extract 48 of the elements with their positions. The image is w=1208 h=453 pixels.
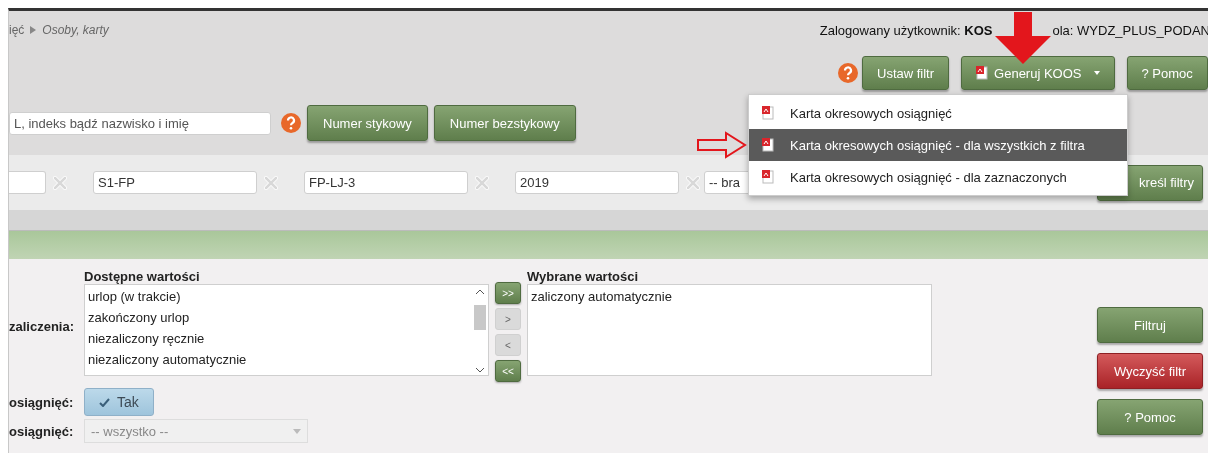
user-role-text: ola: WYDZ_PLUS_PODAN	[1052, 22, 1208, 38]
clear-x-icon	[51, 173, 69, 192]
pdf-file-icon	[762, 170, 774, 184]
field-label: osiągnięć:	[9, 394, 75, 410]
caret-icon	[293, 428, 301, 434]
breadcrumb-link[interactable]: ięć	[9, 23, 25, 37]
check-icon	[99, 397, 110, 407]
pdf-file-icon	[762, 106, 774, 120]
search-mode-button[interactable]: Numer bezstykowy	[433, 105, 576, 141]
user-info-text: Zalogowany użytkownik: KOS	[819, 22, 993, 38]
menu-item[interactable]: Karta okresowych osiągnięć	[749, 97, 1127, 129]
caret-icon	[1093, 71, 1100, 75]
list-option[interactable]: niezaliczony automatycznie	[88, 351, 469, 372]
field-label: osiągnięć:	[9, 423, 75, 439]
toggle-button[interactable]: Tak	[84, 388, 154, 416]
search-field[interactable]: L, indeks bądź nazwisko i imię	[9, 111, 271, 135]
filter-field[interactable]: S1-FP	[93, 171, 257, 194]
side-button[interactable]: Filtruj	[1097, 307, 1203, 343]
generate-dropdown-button[interactable]: Generuj KOOS	[961, 56, 1115, 90]
move-button[interactable]: >>	[495, 282, 521, 304]
list-option[interactable]: niezaliczony ręcznie	[88, 330, 469, 351]
list-option[interactable]: zaliczony automatycznie	[531, 288, 928, 309]
field-label: zaliczenia:	[9, 319, 76, 334]
move-button[interactable]: <<	[495, 360, 521, 382]
clear-x-icon	[684, 173, 702, 192]
filter-field[interactable]: FP-LJ-3	[304, 171, 468, 194]
clear-x-icon	[262, 173, 280, 192]
toolbar-button[interactable]: Ustaw filtr	[862, 56, 950, 90]
side-button[interactable]: ? Pomoc	[1097, 399, 1203, 435]
help-icon[interactable]	[838, 63, 858, 83]
menu-item[interactable]: Karta okresowych osiągnięć - dla wszystkich z filtra	[749, 129, 1127, 161]
right-arrow-icon	[697, 131, 747, 159]
filter-field[interactable]: 2019	[515, 171, 679, 194]
breadcrumb-link[interactable]: Osoby, karty	[42, 23, 109, 37]
pdf-file-icon	[976, 66, 989, 80]
down-arrow-icon	[994, 12, 1051, 64]
list-option[interactable]: zakończony urlop	[88, 309, 469, 330]
list-option[interactable]: urlop (w trakcie)	[88, 288, 469, 309]
pdf-file-icon	[762, 138, 774, 152]
filter-field[interactable]	[9, 171, 46, 194]
toolbar-button[interactable]: ? Pomoc	[1126, 56, 1208, 90]
list-heading: Wybrane wartości	[527, 269, 640, 284]
side-button[interactable]: Wyczyść filtr	[1097, 353, 1203, 389]
clear-x-icon	[473, 173, 491, 192]
breadcrumb-arrow-icon	[30, 26, 37, 34]
help-icon[interactable]	[281, 113, 301, 133]
list-heading: Dostępne wartości	[84, 269, 201, 284]
search-mode-button[interactable]: Numer stykowy	[307, 105, 428, 141]
